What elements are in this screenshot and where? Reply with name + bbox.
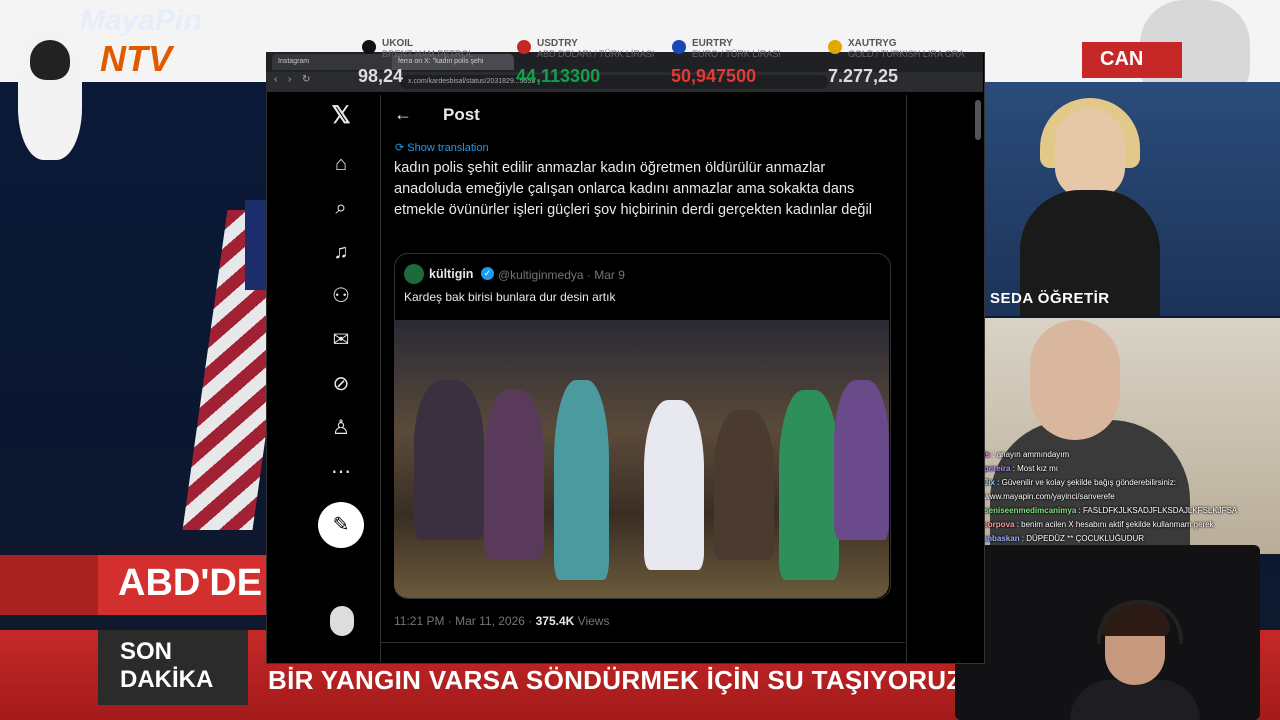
ticker-value: 50,947500 [671,66,757,86]
translate-icon: ⟳ [395,142,408,154]
news-subheadline: ABD'DE [118,562,263,604]
ticker-symbol: EURTRY [692,38,733,49]
news-headline: BİR YANGIN VARSA SÖNDÜRMEK İÇİN SU TAŞIY… [268,665,963,695]
grok-icon[interactable]: ⊘ [329,372,353,396]
dancer-figure [779,390,839,580]
account-avatar[interactable] [330,606,354,636]
son-dakika-label: SON DAKİKA [120,638,213,694]
stream-chat: aycis : anayın ammındayım edapereira : M… [960,448,1260,546]
us-flag-icon [517,40,531,54]
post-meta: 11:21 PM · Mar 11, 2026 · 375.4K Views [394,614,610,628]
dancer-figure [644,400,704,570]
crowd-figure [414,380,484,540]
son-dakika-line1: SON [120,638,173,665]
verified-badge-icon: ✓ [481,267,494,280]
logo-mayapin: MayaPin [80,4,202,37]
ticker-desc: EURO / TÜRK LİRASI [692,49,781,59]
news-red-strip [0,555,98,615]
ticker-symbol: XAUTRYG [848,38,897,49]
add-user-icon[interactable]: ⚇ [329,284,353,308]
ticker-desc: GOLD / TURKISH LIRA GRA [848,49,965,59]
chat-message: aycis : anayın ammındayım [960,448,1260,462]
quoted-text: Kardeş bak birisi bunlara dur desin artı… [404,290,616,304]
streamer-body [1070,680,1200,720]
feather-icon: ✎ [332,514,350,536]
chat-message: @LiveJix : Güvenilir ve kolay şekilde ba… [960,478,1176,487]
ticker-value: 7.277,25 [828,66,899,86]
more-icon[interactable]: ⋯ [329,460,353,484]
show-translation-link[interactable]: ⟳ Show translation [395,141,489,154]
chat-message: yassorpova : benim acilen X hesabını akt… [960,518,1260,532]
mail-icon[interactable]: ✉ [329,328,353,352]
chat-message: Emirhanbaskan : DÜPEDÜZ ** ÇOCUKLUĞUDUR [960,534,1145,543]
page-title: Post [443,105,480,124]
channel-badge-text: CAN [1100,48,1144,70]
quoted-handle[interactable]: @kultiginmedya · Mar 9 [498,268,625,282]
gold-icon [828,40,842,54]
ticker-desc: BRENT HAM PETROL [382,49,474,59]
oil-drop-icon [362,40,376,54]
anchor-face [1055,108,1125,198]
crowd-figure [484,390,544,560]
quoted-avatar[interactable] [404,264,424,284]
quoted-display-name[interactable]: kültigin [429,267,473,281]
ticker-symbol: USDTRY [537,38,578,49]
divider [380,642,905,643]
chat-message-link[interactable]: https://www.mayapin.com/yayinci/sanveref… [960,490,1260,504]
son-dakika-line2: DAKİKA [120,666,214,693]
chat-message: benseniseenmedimcanimya : FASLDFKJLKSADJ… [960,504,1260,518]
profile-icon[interactable]: ♙ [329,416,353,440]
tweet-text: kadın polis şehit edilir anmazlar kadın … [394,160,872,218]
anchor-name-caption: SEDA ÖĞRETİR [990,290,1110,307]
search-icon[interactable]: ⌕ [329,196,353,220]
back-arrow-icon[interactable]: ← [394,104,412,125]
ticker-value: 98,24 [358,66,404,86]
crowd-figure [714,410,774,560]
scrollbar[interactable] [975,100,981,140]
eu-flag-icon [672,40,686,54]
reload-icon[interactable]: ↻ [302,74,310,85]
x-logo-icon[interactable]: 𝕏 [329,104,353,128]
home-icon[interactable]: ⌂ [329,152,353,176]
ticker-symbol: UKOIL [382,38,414,49]
cat-face-icon [30,40,70,80]
quoted-video[interactable] [394,320,889,598]
dancer-figure [554,380,609,580]
back-arrow-icon[interactable]: ‹ [274,74,277,85]
ticker-value: 44,113300 [516,66,601,86]
chat-message: edapereira : Most kız mı [960,462,1260,476]
forward-arrow-icon[interactable]: › [288,74,291,85]
logo-ntv: NTV [100,38,172,79]
bell-icon[interactable]: ♫ [329,240,353,264]
guest-face [1030,320,1120,440]
crowd-figure [834,380,889,540]
compose-post-button[interactable]: ✎ [318,502,364,548]
ticker-desc: ABD DOLARI / TÜRK LİRASI [537,49,655,59]
